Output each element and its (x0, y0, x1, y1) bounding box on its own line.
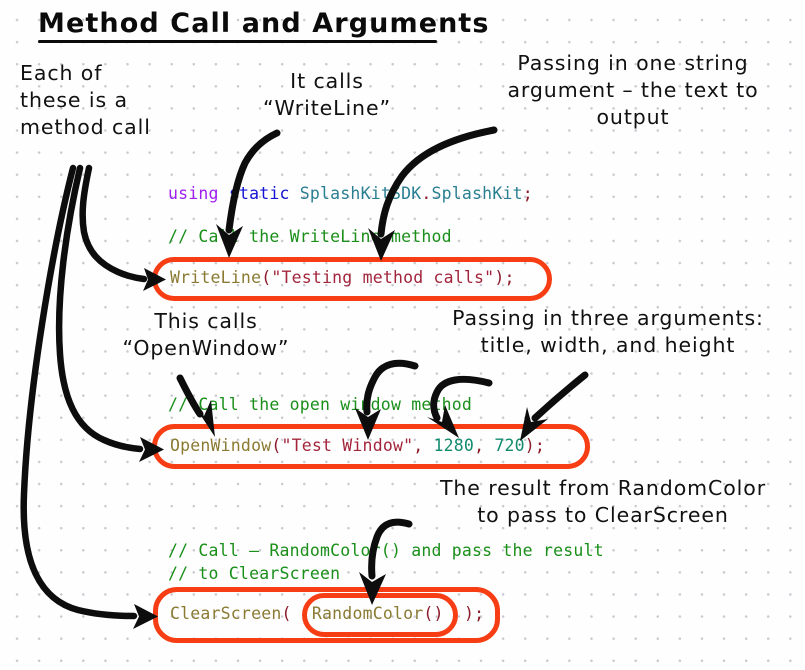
code-keyword-using: using (168, 184, 219, 203)
code-comment-writeline: // Call the WriteLine method (168, 227, 452, 246)
code-line-using: using static SplashKitSDK.SplashKit; (168, 184, 533, 203)
annotation-this-calls-openwindow: This calls “OpenWindow” (122, 309, 290, 361)
arrow-each-to-clearscreen (20, 164, 158, 629)
code-keyword-static: static (228, 184, 290, 203)
annotation-passing-three-arguments: Passing in three arguments: title, width… (452, 306, 764, 358)
annotation-each-of-these: Each of these is a method call (20, 61, 151, 140)
diagram-canvas: Method Call and Arguments Each of these … (0, 0, 805, 670)
code-class-splashkit: SplashKit (431, 184, 523, 203)
code-comment-clearscreen-line2: // to ClearScreen (168, 564, 341, 583)
code-semicolon: ; (522, 184, 533, 203)
code-comment-clearscreen-line1: // Call – RandomColor() and pass the res… (168, 541, 604, 560)
highlight-box-randomcolor-call (302, 593, 458, 637)
code-comment-openwindow: // Call the open window method (168, 395, 473, 414)
page-title: Method Call and Arguments (38, 8, 490, 39)
annotation-it-calls-writeline: It calls “WriteLine” (263, 69, 391, 121)
code-dot: . (421, 184, 432, 203)
annotation-passing-one-string-argument: Passing in one string argument – the tex… (507, 51, 759, 130)
code-namespace-splashkitsdk: SplashKitSDK (299, 184, 422, 203)
highlight-box-openwindow-call (152, 424, 590, 469)
highlight-box-writeline-call (152, 257, 552, 301)
annotation-result-from-randomcolor: The result from RandomColor to pass to C… (439, 476, 767, 528)
title-underline (38, 40, 437, 43)
